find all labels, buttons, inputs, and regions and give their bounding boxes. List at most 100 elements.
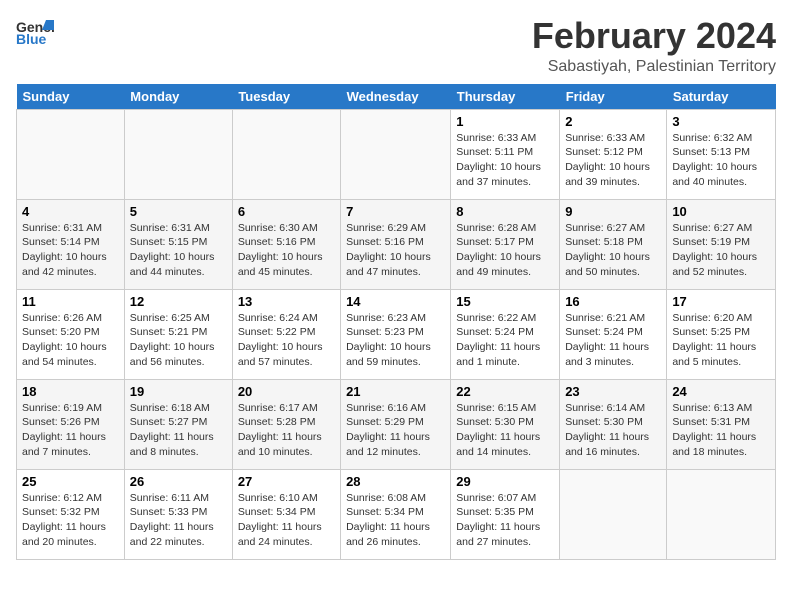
header-monday: Monday bbox=[124, 84, 232, 110]
day-number: 22 bbox=[456, 384, 554, 399]
page-header: General Blue February 2024 Sabastiyah, P… bbox=[16, 16, 776, 76]
day-number: 21 bbox=[346, 384, 445, 399]
day-number: 6 bbox=[238, 204, 335, 219]
day-info: Sunrise: 6:24 AM Sunset: 5:22 PM Dayligh… bbox=[238, 311, 335, 370]
calendar-cell: 10 Sunrise: 6:27 AM Sunset: 5:19 PM Dayli… bbox=[667, 199, 776, 289]
day-info: Sunrise: 6:28 AM Sunset: 5:17 PM Dayligh… bbox=[456, 221, 554, 280]
day-number: 13 bbox=[238, 294, 335, 309]
header-saturday: Saturday bbox=[667, 84, 776, 110]
calendar-table: SundayMondayTuesdayWednesdayThursdayFrid… bbox=[16, 84, 776, 560]
calendar-cell bbox=[17, 109, 125, 199]
day-info: Sunrise: 6:20 AM Sunset: 5:25 PM Dayligh… bbox=[672, 311, 770, 370]
day-info: Sunrise: 6:19 AM Sunset: 5:26 PM Dayligh… bbox=[22, 401, 119, 460]
day-number: 11 bbox=[22, 294, 119, 309]
day-number: 24 bbox=[672, 384, 770, 399]
calendar-cell: 13 Sunrise: 6:24 AM Sunset: 5:22 PM Dayli… bbox=[232, 289, 340, 379]
day-info: Sunrise: 6:27 AM Sunset: 5:18 PM Dayligh… bbox=[565, 221, 661, 280]
calendar-cell: 4Sunrise: 6:31 AM Sunset: 5:14 PM Daylig… bbox=[17, 199, 125, 289]
day-info: Sunrise: 6:33 AM Sunset: 5:11 PM Dayligh… bbox=[456, 131, 554, 190]
day-info: Sunrise: 6:16 AM Sunset: 5:29 PM Dayligh… bbox=[346, 401, 445, 460]
day-info: Sunrise: 6:08 AM Sunset: 5:34 PM Dayligh… bbox=[346, 491, 445, 550]
day-number: 7 bbox=[346, 204, 445, 219]
day-number: 14 bbox=[346, 294, 445, 309]
calendar-cell: 22 Sunrise: 6:15 AM Sunset: 5:30 PM Dayli… bbox=[451, 379, 560, 469]
day-info: Sunrise: 6:31 AM Sunset: 5:15 PM Dayligh… bbox=[130, 221, 227, 280]
calendar-cell: 23 Sunrise: 6:14 AM Sunset: 5:30 PM Dayli… bbox=[560, 379, 667, 469]
day-number: 5 bbox=[130, 204, 227, 219]
day-number: 15 bbox=[456, 294, 554, 309]
calendar-cell bbox=[341, 109, 451, 199]
day-info: Sunrise: 6:27 AM Sunset: 5:19 PM Dayligh… bbox=[672, 221, 770, 280]
day-info: Sunrise: 6:22 AM Sunset: 5:24 PM Dayligh… bbox=[456, 311, 554, 370]
day-info: Sunrise: 6:12 AM Sunset: 5:32 PM Dayligh… bbox=[22, 491, 119, 550]
day-number: 23 bbox=[565, 384, 661, 399]
day-info: Sunrise: 6:23 AM Sunset: 5:23 PM Dayligh… bbox=[346, 311, 445, 370]
calendar-cell: 21 Sunrise: 6:16 AM Sunset: 5:29 PM Dayli… bbox=[341, 379, 451, 469]
day-number: 3 bbox=[672, 114, 770, 129]
day-number: 4 bbox=[22, 204, 119, 219]
header-sunday: Sunday bbox=[17, 84, 125, 110]
day-number: 29 bbox=[456, 474, 554, 489]
svg-text:Blue: Blue bbox=[16, 31, 47, 47]
day-number: 2 bbox=[565, 114, 661, 129]
calendar-cell: 6 Sunrise: 6:30 AM Sunset: 5:16 PM Daylig… bbox=[232, 199, 340, 289]
day-number: 16 bbox=[565, 294, 661, 309]
calendar-cell: 18 Sunrise: 6:19 AM Sunset: 5:26 PM Dayli… bbox=[17, 379, 125, 469]
calendar-cell: 20 Sunrise: 6:17 AM Sunset: 5:28 PM Dayli… bbox=[232, 379, 340, 469]
header-tuesday: Tuesday bbox=[232, 84, 340, 110]
logo: General Blue bbox=[16, 16, 54, 48]
calendar-cell bbox=[124, 109, 232, 199]
day-info: Sunrise: 6:25 AM Sunset: 5:21 PM Dayligh… bbox=[130, 311, 227, 370]
day-info: Sunrise: 6:14 AM Sunset: 5:30 PM Dayligh… bbox=[565, 401, 661, 460]
day-info: Sunrise: 6:33 AM Sunset: 5:12 PM Dayligh… bbox=[565, 131, 661, 190]
calendar-cell: 8 Sunrise: 6:28 AM Sunset: 5:17 PM Daylig… bbox=[451, 199, 560, 289]
calendar-row-1: 1 Sunrise: 6:33 AM Sunset: 5:11 PM Daylig… bbox=[17, 109, 776, 199]
calendar-row-4: 18 Sunrise: 6:19 AM Sunset: 5:26 PM Dayli… bbox=[17, 379, 776, 469]
day-info: Sunrise: 6:17 AM Sunset: 5:28 PM Dayligh… bbox=[238, 401, 335, 460]
logo-icon: General Blue bbox=[16, 16, 54, 48]
day-number: 9 bbox=[565, 204, 661, 219]
calendar-cell: 7Sunrise: 6:29 AM Sunset: 5:16 PM Daylig… bbox=[341, 199, 451, 289]
header-wednesday: Wednesday bbox=[341, 84, 451, 110]
calendar-cell: 26 Sunrise: 6:11 AM Sunset: 5:33 PM Dayli… bbox=[124, 469, 232, 559]
calendar-cell: 28 Sunrise: 6:08 AM Sunset: 5:34 PM Dayli… bbox=[341, 469, 451, 559]
calendar-row-3: 11 Sunrise: 6:26 AM Sunset: 5:20 PM Dayli… bbox=[17, 289, 776, 379]
calendar-cell: 14 Sunrise: 6:23 AM Sunset: 5:23 PM Dayli… bbox=[341, 289, 451, 379]
calendar-cell: 1 Sunrise: 6:33 AM Sunset: 5:11 PM Daylig… bbox=[451, 109, 560, 199]
day-number: 8 bbox=[456, 204, 554, 219]
day-number: 19 bbox=[130, 384, 227, 399]
header-thursday: Thursday bbox=[451, 84, 560, 110]
title-block: February 2024 Sabastiyah, Palestinian Te… bbox=[532, 16, 776, 76]
calendar-cell: 29Sunrise: 6:07 AM Sunset: 5:35 PM Dayli… bbox=[451, 469, 560, 559]
day-info: Sunrise: 6:26 AM Sunset: 5:20 PM Dayligh… bbox=[22, 311, 119, 370]
calendar-cell: 16 Sunrise: 6:21 AM Sunset: 5:24 PM Dayli… bbox=[560, 289, 667, 379]
day-number: 20 bbox=[238, 384, 335, 399]
day-info: Sunrise: 6:21 AM Sunset: 5:24 PM Dayligh… bbox=[565, 311, 661, 370]
calendar-cell bbox=[560, 469, 667, 559]
day-number: 28 bbox=[346, 474, 445, 489]
day-info: Sunrise: 6:32 AM Sunset: 5:13 PM Dayligh… bbox=[672, 131, 770, 190]
calendar-cell: 25Sunrise: 6:12 AM Sunset: 5:32 PM Dayli… bbox=[17, 469, 125, 559]
day-info: Sunrise: 6:30 AM Sunset: 5:16 PM Dayligh… bbox=[238, 221, 335, 280]
calendar-cell: 27 Sunrise: 6:10 AM Sunset: 5:34 PM Dayli… bbox=[232, 469, 340, 559]
month-title: February 2024 bbox=[532, 16, 776, 56]
day-number: 1 bbox=[456, 114, 554, 129]
day-number: 27 bbox=[238, 474, 335, 489]
day-info: Sunrise: 6:13 AM Sunset: 5:31 PM Dayligh… bbox=[672, 401, 770, 460]
day-info: Sunrise: 6:18 AM Sunset: 5:27 PM Dayligh… bbox=[130, 401, 227, 460]
day-info: Sunrise: 6:11 AM Sunset: 5:33 PM Dayligh… bbox=[130, 491, 227, 550]
day-info: Sunrise: 6:10 AM Sunset: 5:34 PM Dayligh… bbox=[238, 491, 335, 550]
calendar-cell: 3 Sunrise: 6:32 AM Sunset: 5:13 PM Daylig… bbox=[667, 109, 776, 199]
calendar-row-5: 25Sunrise: 6:12 AM Sunset: 5:32 PM Dayli… bbox=[17, 469, 776, 559]
day-number: 26 bbox=[130, 474, 227, 489]
calendar-cell: 15 Sunrise: 6:22 AM Sunset: 5:24 PM Dayli… bbox=[451, 289, 560, 379]
day-number: 10 bbox=[672, 204, 770, 219]
calendar-cell: 9 Sunrise: 6:27 AM Sunset: 5:18 PM Daylig… bbox=[560, 199, 667, 289]
day-info: Sunrise: 6:15 AM Sunset: 5:30 PM Dayligh… bbox=[456, 401, 554, 460]
calendar-cell: 5 Sunrise: 6:31 AM Sunset: 5:15 PM Daylig… bbox=[124, 199, 232, 289]
day-number: 18 bbox=[22, 384, 119, 399]
calendar-cell: 24 Sunrise: 6:13 AM Sunset: 5:31 PM Dayli… bbox=[667, 379, 776, 469]
calendar-cell: 17Sunrise: 6:20 AM Sunset: 5:25 PM Dayli… bbox=[667, 289, 776, 379]
calendar-cell bbox=[667, 469, 776, 559]
calendar-row-2: 4Sunrise: 6:31 AM Sunset: 5:14 PM Daylig… bbox=[17, 199, 776, 289]
